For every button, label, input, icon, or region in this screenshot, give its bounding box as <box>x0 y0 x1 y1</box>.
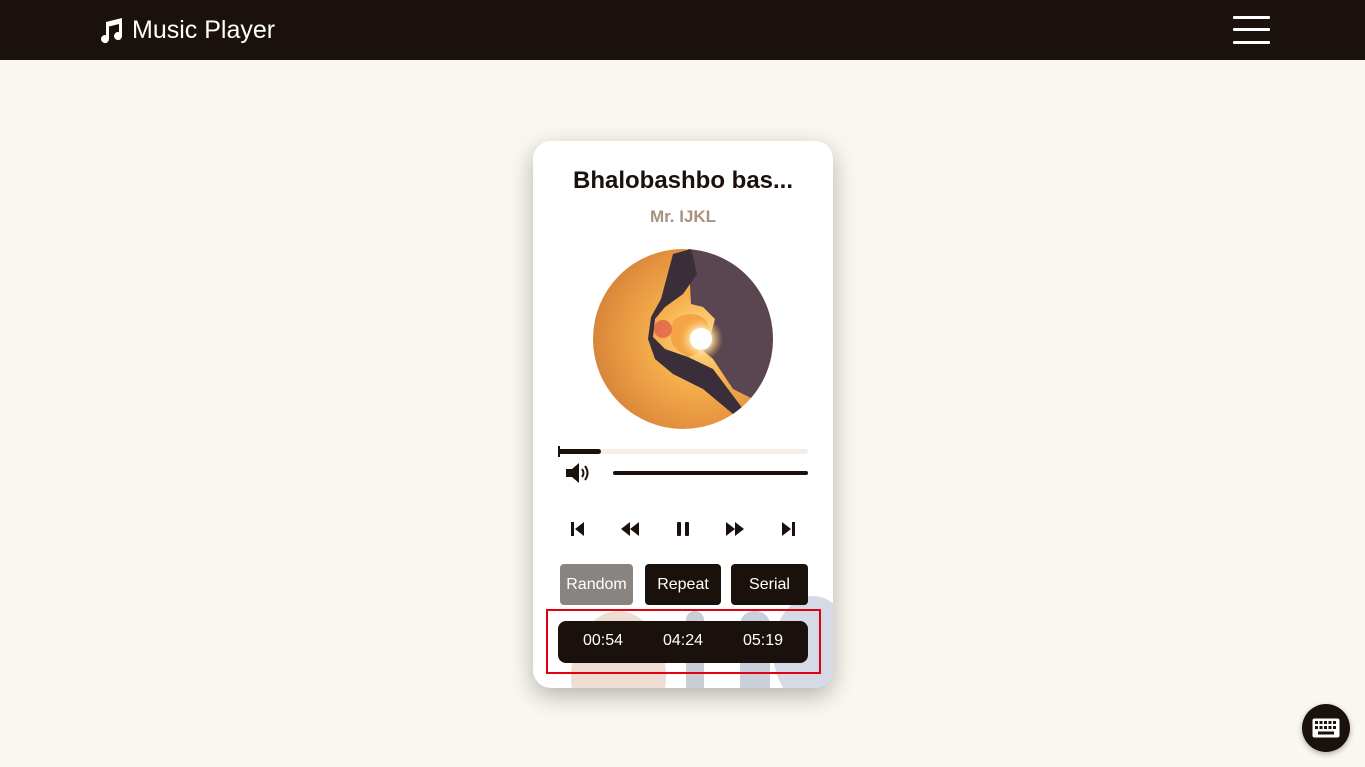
remaining-time: 04:24 <box>662 632 704 649</box>
keyboard-icon <box>1312 718 1340 738</box>
keyboard-button[interactable] <box>1302 704 1350 752</box>
repeat-button[interactable]: Repeat <box>645 564 721 605</box>
brand-label: Music Player <box>132 15 276 44</box>
total-time: 05:19 <box>742 632 784 649</box>
navbar: Music Player <box>0 0 1365 60</box>
seek-slider[interactable] <box>558 446 808 457</box>
album-art <box>593 249 773 429</box>
brand[interactable]: Music Player <box>97 14 275 46</box>
random-button[interactable]: Random <box>560 564 633 605</box>
volume-slider[interactable] <box>613 471 808 476</box>
skip-to-end-icon[interactable] <box>775 516 801 542</box>
rewind-icon[interactable] <box>617 516 643 542</box>
serial-button[interactable]: Serial <box>731 564 808 605</box>
skip-to-start-icon[interactable] <box>565 516 591 542</box>
player-card: Bhalobashbo bas... Mr. IJKL Random Repea… <box>533 141 833 688</box>
seek-thumb[interactable] <box>558 446 560 457</box>
time-display: 00:54 04:24 05:19 <box>558 621 808 663</box>
music-note-icon <box>97 17 124 44</box>
volume-fill <box>613 471 808 475</box>
fast-forward-icon[interactable] <box>722 516 748 542</box>
volume-icon[interactable] <box>564 462 592 484</box>
pause-icon[interactable] <box>670 516 696 542</box>
song-title: Bhalobashbo bas... <box>572 167 794 194</box>
hamburger-menu-icon[interactable] <box>1233 14 1270 46</box>
elapsed-time: 00:54 <box>582 632 624 649</box>
seek-fill <box>558 449 601 454</box>
song-artist: Mr. IJKL <box>649 207 717 226</box>
